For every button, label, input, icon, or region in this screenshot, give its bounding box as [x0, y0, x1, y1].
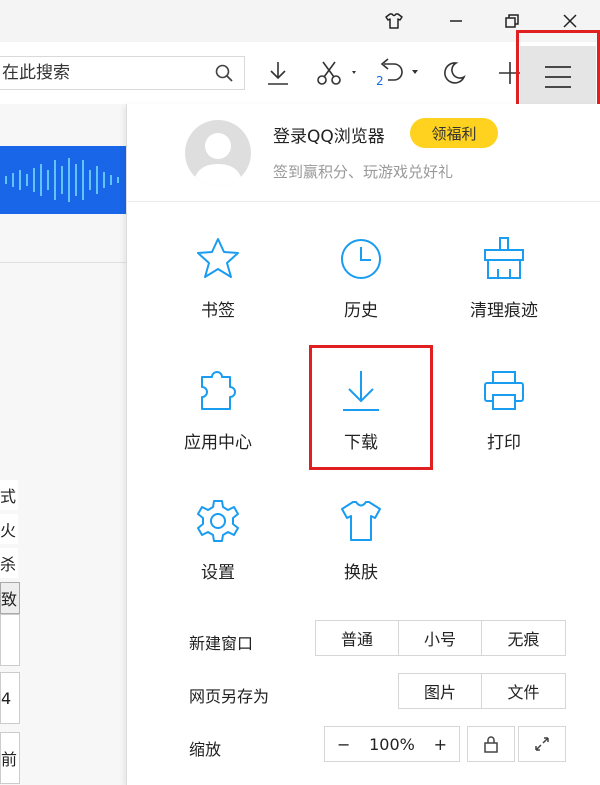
save-as-file-button[interactable]: 文件	[481, 673, 566, 709]
star-icon	[192, 234, 244, 284]
menu-item-label: 设置	[201, 563, 235, 583]
puzzle-icon	[192, 366, 244, 416]
zoom-in-button[interactable]: +	[434, 735, 447, 754]
new-window-small-button[interactable]: 小号	[398, 620, 482, 656]
zoom-control: − 100% +	[324, 726, 460, 762]
search-box	[0, 56, 245, 90]
search-icon[interactable]	[214, 63, 234, 87]
new-window-normal-button[interactable]: 普通	[315, 620, 399, 656]
scissors-button[interactable]	[312, 54, 360, 92]
menu-item-label: 历史	[344, 301, 378, 321]
menu-item-label: 下载	[344, 433, 378, 453]
page-fragment: 式	[0, 480, 18, 510]
clock-icon	[335, 234, 387, 284]
login-link[interactable]: 登录QQ浏览器	[273, 122, 385, 147]
menu-item-change-skin[interactable]: 换肤	[301, 496, 421, 606]
menu-item-label: 打印	[487, 433, 521, 453]
search-input[interactable]	[2, 57, 202, 89]
moon-icon[interactable]	[436, 54, 472, 92]
rewards-badge[interactable]: 领福利	[410, 118, 498, 148]
menu-item-label: 清理痕迹	[470, 301, 538, 321]
fullscreen-button[interactable]	[518, 726, 566, 762]
gear-icon	[192, 496, 244, 546]
restore-icon[interactable]	[494, 6, 530, 36]
menu-button[interactable]	[520, 46, 596, 110]
page-fragment: 前	[0, 732, 20, 784]
menu-item-app-center[interactable]: 应用中心	[158, 366, 278, 476]
fullscreen-icon	[535, 737, 549, 751]
page-box	[0, 614, 20, 666]
banner[interactable]	[0, 146, 128, 214]
close-icon[interactable]	[552, 6, 588, 36]
browser-main-menu: 登录QQ浏览器 领福利 签到赢积分、玩游戏兑好礼 书签 历史 清理痕迹 应用中心…	[126, 104, 600, 785]
tshirt-icon[interactable]	[376, 6, 412, 36]
zoom-label: 缩放	[189, 740, 222, 759]
menu-item-print[interactable]: 打印	[444, 366, 564, 476]
menu-divider	[127, 201, 600, 202]
menu-item-label: 换肤	[344, 563, 378, 583]
menu-item-download[interactable]: 下载	[301, 366, 421, 476]
avatar[interactable]	[185, 120, 251, 186]
title-bar	[0, 0, 600, 42]
login-subtitle: 签到赢积分、玩游戏兑好礼	[273, 163, 454, 181]
lock-icon	[484, 736, 498, 753]
menu-item-settings[interactable]: 设置	[158, 496, 278, 606]
audio-wave-graphic	[5, 158, 119, 202]
page-fragment: 4	[0, 672, 20, 724]
download-icon[interactable]	[260, 54, 296, 92]
tshirt-icon	[335, 496, 387, 546]
download-icon	[335, 366, 387, 416]
menu-item-label: 应用中心	[184, 433, 252, 453]
zoom-value: 100%	[369, 734, 415, 754]
broom-icon	[478, 234, 530, 284]
undo-button[interactable]: 2	[372, 54, 422, 92]
menu-item-history[interactable]: 历史	[301, 234, 421, 344]
page-fragment: 火	[0, 514, 18, 544]
menu-item-clear-traces[interactable]: 清理痕迹	[444, 234, 564, 344]
lock-zoom-button[interactable]	[467, 726, 515, 762]
toolbar: 2	[0, 42, 600, 105]
undo-count: 2	[376, 74, 384, 88]
page-fragment[interactable]: 致	[0, 582, 20, 614]
hamburger-menu-icon	[545, 66, 571, 88]
save-as-image-button[interactable]: 图片	[398, 673, 482, 709]
zoom-out-button[interactable]: −	[337, 735, 350, 754]
page-fragment: 杀	[0, 548, 18, 578]
new-window-private-button[interactable]: 无痕	[481, 620, 566, 656]
menu-item-bookmarks[interactable]: 书签	[158, 234, 278, 344]
menu-item-label: 书签	[201, 301, 235, 321]
printer-icon	[478, 366, 530, 416]
scissors-icon	[317, 61, 356, 85]
new-window-label: 新建窗口	[189, 634, 254, 653]
page-divider	[0, 262, 126, 263]
save-page-label: 网页另存为	[189, 687, 270, 706]
minimize-icon[interactable]	[438, 6, 474, 36]
